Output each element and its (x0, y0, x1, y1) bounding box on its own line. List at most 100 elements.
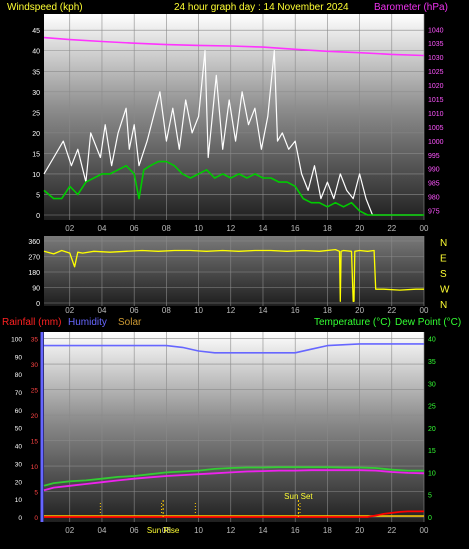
rain-tick-label: 35 (31, 337, 39, 344)
x-tick-label: 10 (194, 224, 203, 233)
y-tick-label: 45 (32, 28, 40, 35)
humidity-tick-label: 10 (15, 497, 23, 504)
rain-tick-label: 10 (31, 464, 39, 471)
y-tick-label: 1040 (428, 27, 444, 34)
x-tick-label: 06 (130, 526, 139, 535)
sunset-label: Sun Set (284, 492, 313, 501)
x-tick-label: 10 (194, 306, 203, 315)
humidity-tick-label: 40 (15, 444, 23, 451)
x-tick-label: 16 (291, 526, 300, 535)
x-tick-label: 22 (387, 224, 396, 233)
temperature-tick-label: 25 (428, 404, 436, 411)
dewpoint-label: Dew Point (°C) (395, 317, 461, 328)
x-tick-label: 18 (323, 526, 332, 535)
graph-title: 24 hour graph day : 14 November 2024 (174, 2, 349, 13)
temperature-tick-label: 20 (428, 426, 436, 433)
direction-chart-background (44, 236, 424, 306)
compass-tick-label: W (440, 285, 450, 296)
y-tick-label: 1020 (428, 83, 444, 90)
humidity-tick-label: 100 (11, 336, 22, 343)
temperature-chart-background (44, 332, 424, 522)
x-tick-label: 00 (420, 526, 429, 535)
y-tick-label: 995 (428, 153, 440, 160)
y-tick-label: 1000 (428, 139, 444, 146)
solar-label: Solar (118, 317, 142, 328)
temperature-tick-label: 10 (428, 470, 436, 477)
humidity-tick-label: 0 (18, 515, 22, 522)
x-tick-label: 12 (226, 306, 235, 315)
y-tick-label: 30 (32, 90, 40, 97)
y-tick-label: 10 (32, 172, 40, 179)
y-tick-label: 35 (32, 69, 40, 76)
y-tick-label: 5 (36, 192, 40, 199)
y-tick-label: 180 (28, 270, 40, 277)
x-tick-label: 16 (291, 224, 300, 233)
x-tick-label: 04 (98, 526, 107, 535)
y-tick-label: 15 (32, 151, 40, 158)
x-tick-label: 00 (420, 224, 429, 233)
compass-tick-label: E (440, 254, 447, 265)
temperature-tick-label: 40 (428, 337, 436, 344)
humidity-label: Humidity (68, 317, 107, 328)
x-tick-label: 14 (259, 224, 268, 233)
rain-tick-label: 30 (31, 362, 39, 369)
wind-direction-chart: 02 04 06 08 10 12 14 16 18 20 22 00090180270360 NESW… (28, 236, 450, 315)
temperature-humidity-chart: 02 04 06 08 10 12 14 16 18 20 22 000510152025303501… (11, 332, 436, 535)
wind-barometer-chart: 02 04 06 08 10 12 14 16 18 20 22 000510152025303540… (32, 14, 444, 233)
x-tick-label: 12 (226, 526, 235, 535)
x-tick-label: 08 (162, 306, 171, 315)
humidity-tick-label: 20 (15, 479, 23, 486)
y-tick-label: 1035 (428, 41, 444, 48)
weather-graph-page: Windspeed (kph) 24 hour graph day : 14 N… (0, 0, 469, 544)
x-tick-label: 20 (355, 224, 364, 233)
x-tick-label: 22 (387, 306, 396, 315)
rainfall-label: Rainfall (mm) (2, 317, 61, 328)
x-tick-label: 20 (355, 526, 364, 535)
y-tick-label: 40 (32, 49, 40, 56)
temperature-tick-label: 15 (428, 448, 436, 455)
humidity-tick-label: 90 (15, 354, 23, 361)
wind-chart-background (44, 14, 424, 220)
x-tick-label: 06 (130, 306, 139, 315)
y-tick-label: 1010 (428, 111, 444, 118)
temperature-tick-label: 5 (428, 493, 432, 500)
y-tick-label: 1015 (428, 97, 444, 104)
temperature-tick-label: 0 (428, 515, 432, 522)
rain-tick-label: 20 (31, 413, 39, 420)
compass-tick-label: N (440, 300, 447, 311)
x-tick-label: 06 (130, 224, 139, 233)
x-tick-label: 04 (98, 306, 107, 315)
x-tick-label: 20 (355, 306, 364, 315)
humidity-tick-label: 70 (15, 390, 23, 397)
y-tick-label: 25 (32, 110, 40, 117)
compass-tick-label: N (440, 238, 447, 249)
humidity-tick-label: 30 (15, 461, 23, 468)
y-tick-label: 980 (428, 195, 440, 202)
y-tick-label: 1025 (428, 69, 444, 76)
barometer-label: Barometer (hPa) (374, 2, 448, 13)
rain-tick-label: 15 (31, 439, 39, 446)
weather-graph-svg: Windspeed (kph) 24 hour graph day : 14 N… (2, 2, 461, 535)
y-tick-label: 270 (28, 255, 40, 262)
x-tick-label: 16 (291, 306, 300, 315)
y-tick-label: 0 (36, 213, 40, 220)
y-tick-label: 0 (36, 301, 40, 308)
y-tick-label: 1005 (428, 125, 444, 132)
rain-tick-label: 0 (34, 515, 38, 522)
y-tick-label: 20 (32, 131, 40, 138)
windspeed-label: Windspeed (kph) (7, 2, 83, 13)
compass-tick-label: S (440, 269, 447, 280)
x-tick-label: 02 (65, 306, 74, 315)
x-tick-label: 02 (65, 526, 74, 535)
y-tick-label: 990 (428, 167, 440, 174)
x-tick-label: 14 (259, 306, 268, 315)
humidity-tick-label: 80 (15, 372, 23, 379)
x-tick-label: 10 (194, 526, 203, 535)
y-tick-label: 90 (32, 286, 40, 293)
y-tick-label: 360 (28, 239, 40, 246)
y-tick-label: 985 (428, 181, 440, 188)
rain-tick-label: 25 (31, 388, 39, 395)
y-tick-label: 1030 (428, 55, 444, 62)
x-tick-label: 18 (323, 224, 332, 233)
temperature-label: Temperature (°C) (314, 317, 391, 328)
